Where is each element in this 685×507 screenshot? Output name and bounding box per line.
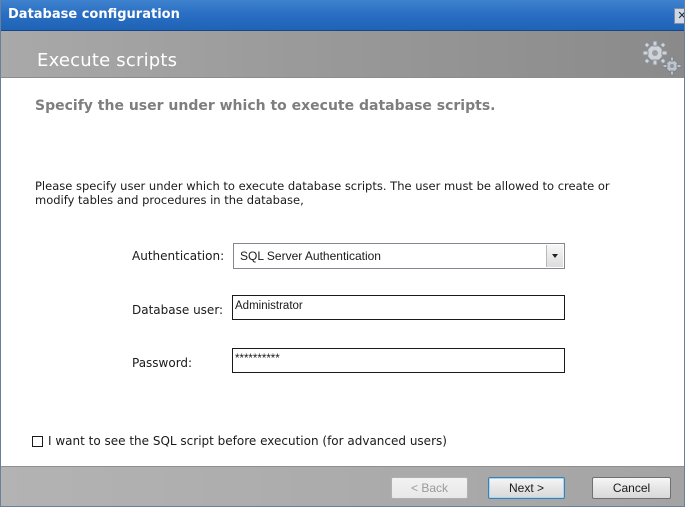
authentication-label: Authentication: [132, 249, 225, 263]
page-title: Execute scripts [37, 50, 178, 71]
instructions-line-1: Please specify user under which to execu… [35, 179, 610, 193]
database-configuration-dialog: Database configuration ✕ Execute scripts… [0, 0, 685, 507]
authentication-dropdown[interactable]: SQL Server Authentication [233, 243, 565, 269]
chevron-down-icon[interactable] [546, 245, 563, 267]
back-button[interactable]: < Back [391, 477, 468, 499]
window-title: Database configuration [8, 7, 180, 22]
show-script-checkbox[interactable] [32, 436, 43, 447]
show-script-label[interactable]: I want to see the SQL script before exec… [48, 434, 447, 448]
password-label: Password: [132, 356, 193, 370]
next-button[interactable]: Next > [488, 477, 565, 499]
close-icon[interactable]: ✕ [674, 8, 684, 24]
footer-band [1, 466, 684, 506]
title-bar[interactable]: Database configuration ✕ [1, 0, 684, 31]
instructions-line-2: modify tables and procedures in the data… [35, 193, 304, 207]
cancel-button[interactable]: Cancel [592, 477, 671, 499]
authentication-selected-value: SQL Server Authentication [240, 249, 381, 263]
gears-icon [642, 40, 682, 76]
password-input[interactable]: ********** [232, 348, 565, 373]
database-user-label: Database user: [132, 303, 224, 317]
instructions-text: Please specify user under which to execu… [35, 179, 675, 207]
section-heading: Specify the user under which to execute … [35, 98, 496, 114]
database-user-input[interactable]: Administrator [232, 295, 565, 320]
